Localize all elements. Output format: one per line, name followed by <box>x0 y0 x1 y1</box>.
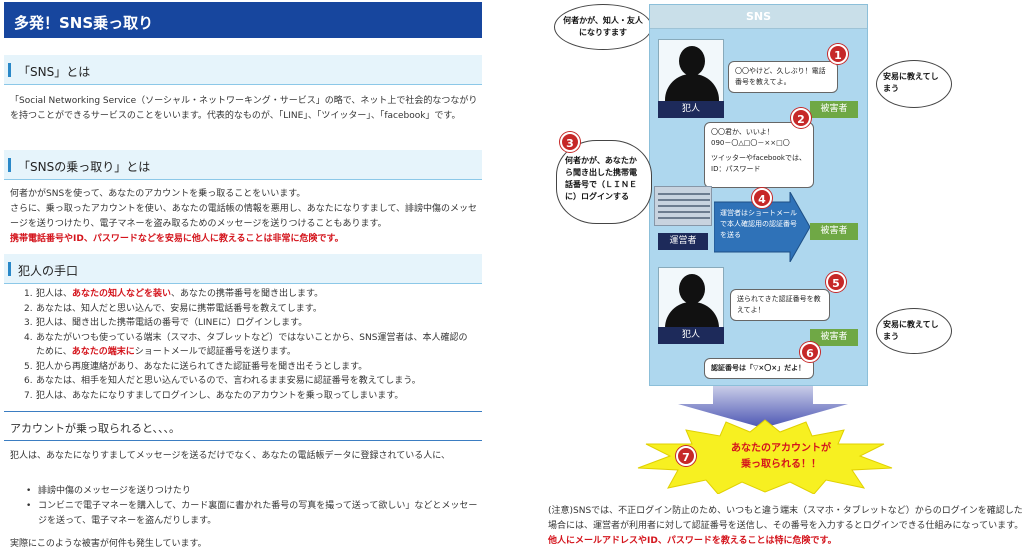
step-number-badge: 5 <box>826 272 846 292</box>
sms-arrow-text: 運営者はショートメールで本人確認用の認証番号を送る <box>720 209 797 239</box>
section-heading-takeover: 「SNSの乗っ取り」とは <box>4 150 482 180</box>
method-step: 6. あなたは、相手を知人だと思い込んでいるので、言われるまま安易に認証番号を教え… <box>24 376 421 386</box>
speech-cloud: 何者かが、知人・友人になりすます <box>554 4 652 50</box>
sns-header: SNS <box>650 5 867 29</box>
sns-definition-text: 「Social Networking Service（ソーシャル・ネットワーキン… <box>10 96 478 121</box>
method-step: 5. 犯人から再度連絡があり、あなたに送られてきた認証番号を聞き出そうとします。 <box>24 361 368 372</box>
operator-building-icon <box>654 186 712 226</box>
takeover-text-1: 何者かがSNSを使って、あなたのアカウントを乗っ取ることをいいます。 <box>10 189 306 199</box>
victim-label: 被害者 <box>810 101 858 118</box>
divider <box>4 411 482 412</box>
method-step: 2. あなたは、知人だと思い込んで、安易に携帯電話番号を教えてします。 <box>24 303 322 314</box>
criminal-label: 犯人 <box>658 327 724 344</box>
method-steps-list: 1. 犯人は、あなたの知人などを装い、あなたの携帯番号を聞き出します。 2. あなた… <box>24 287 476 403</box>
consequence-list: 誹謗中傷のメッセージを送りつけたり コンビニで電子マネーを購入して、カード裏面に… <box>24 484 484 529</box>
list-item: 誹謗中傷のメッセージを送りつけたり <box>24 484 484 499</box>
criminal-avatar <box>658 267 724 335</box>
step-number-badge: 1 <box>828 44 848 64</box>
takeover-diagram: 何者かが、知人・友人になりすます SNS 犯人 〇〇やけど、久しぶり！電話番号を… <box>548 0 1024 554</box>
page-title: 多発！SNS乗っ取り <box>4 2 482 38</box>
victim-label: 被害者 <box>810 223 858 240</box>
chat-bubble-1: 〇〇やけど、久しぶり！電話番号を教えてよ。 <box>728 61 838 93</box>
takeover-text: 何者かがSNSを使って、あなたのアカウントを乗っ取ることをいいます。 さらに、乗… <box>10 187 480 247</box>
speech-cloud: 安易に教えてしまう <box>876 308 952 354</box>
section-heading-method: 犯人の手口 <box>4 254 482 284</box>
takeover-text-2: さらに、乗っ取ったアカウントを使い、あなたの電話帳の情報を悪用し、あなたになりす… <box>10 204 478 229</box>
section-heading-sns: 「SNS」とは <box>4 55 482 85</box>
method-step: 1. 犯人は、あなたの知人などを装い、あなたの携帯番号を聞き出します。 <box>24 289 324 299</box>
section-heading-consequence: アカウントが乗っ取られると、、、。 <box>10 422 181 435</box>
step-number-badge: 7 <box>676 446 696 466</box>
operator-label: 運営者 <box>658 233 708 250</box>
note-text: (注意)SNSでは、不正ログイン防止のため、いつもと違う端末（スマホ・タブレット… <box>548 506 1024 546</box>
victim-label: 被害者 <box>810 329 858 346</box>
chat-bubble-6: 認証番号は「▽×〇×」だよ！ <box>704 358 814 379</box>
chat-bubble-5: 送られてきた認証番号を教えてよ！ <box>730 289 830 321</box>
method-step: 3. 犯人は、聞き出した携帯電話の番号で（LINEに）ログインします。 <box>24 318 308 328</box>
criminal-avatar <box>658 39 724 107</box>
takeover-result-text: あなたのアカウントが 乗っ取られる！！ <box>731 443 831 470</box>
step-number-badge: 4 <box>752 188 772 208</box>
method-step: 7. 犯人は、あなたになりすましてログインし、あなたのアカウントを乗っ取ってしまい… <box>24 390 404 401</box>
list-item: コンビニで電子マネーを購入して、カード裏面に書かれた番号の写真を撮って送って欲し… <box>24 499 484 529</box>
divider <box>4 440 482 441</box>
consequence-text: 犯人は、あなたになりすましてメッセージを送るだけでなく、あなたの電話帳データに登… <box>10 451 451 461</box>
step-number-badge: 3 <box>560 132 580 152</box>
chat-bubble-2: 〇〇君か、いいよ！ 090－〇△□〇－××□〇 ツイッターやfacebookでは… <box>704 122 814 188</box>
article: 多発！SNS乗っ取り 「SNS」とは 「Social Networking Se… <box>0 0 484 554</box>
takeover-warning: 携帯電話番号やID、パスワードなどを安易に他人に教えることは非常に危険です。 <box>10 234 344 244</box>
step-number-badge: 2 <box>791 108 811 128</box>
speech-cloud: 安易に教えてしまう <box>876 60 952 108</box>
step-number-badge: 6 <box>800 342 820 362</box>
footer-text: 実際にこのような被害が何件も発生しています。 <box>10 539 207 549</box>
criminal-label: 犯人 <box>658 101 724 118</box>
method-step: 4. あなたがいつも使っている端末（スマホ、タブレットなど）ではないことから、SN… <box>24 332 468 358</box>
